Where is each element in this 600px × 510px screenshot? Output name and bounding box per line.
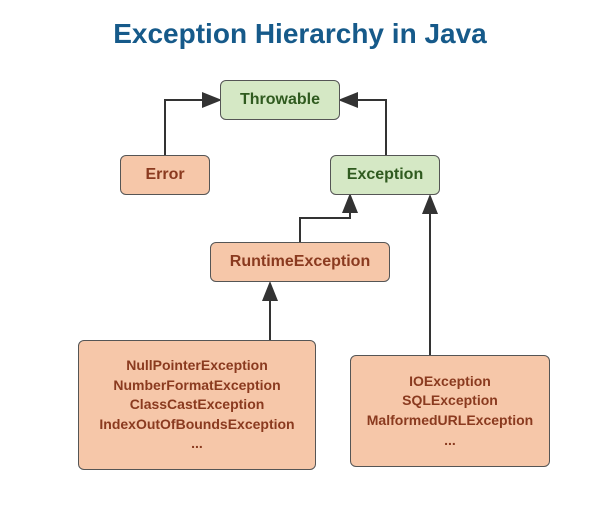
node-throwable: Throwable — [220, 80, 340, 120]
node-error: Error — [120, 155, 210, 195]
node-runtime-exception: RuntimeException — [210, 242, 390, 282]
list-item: ... — [191, 434, 203, 454]
list-item: MalformedURLException — [367, 411, 533, 431]
list-item: NullPointerException — [126, 356, 268, 376]
list-item: SQLException — [402, 391, 498, 411]
list-item: NumberFormatException — [113, 376, 280, 396]
list-item: IndexOutOfBoundsException — [99, 415, 294, 435]
node-checked-exception-list: IOException SQLException MalformedURLExc… — [350, 355, 550, 467]
node-exception: Exception — [330, 155, 440, 195]
node-runtime-exception-list: NullPointerException NumberFormatExcepti… — [78, 340, 316, 470]
list-item: ClassCastException — [130, 395, 265, 415]
diagram-canvas: Throwable Error Exception RuntimeExcepti… — [0, 0, 600, 510]
list-item: ... — [444, 431, 456, 451]
list-item: IOException — [409, 372, 491, 392]
